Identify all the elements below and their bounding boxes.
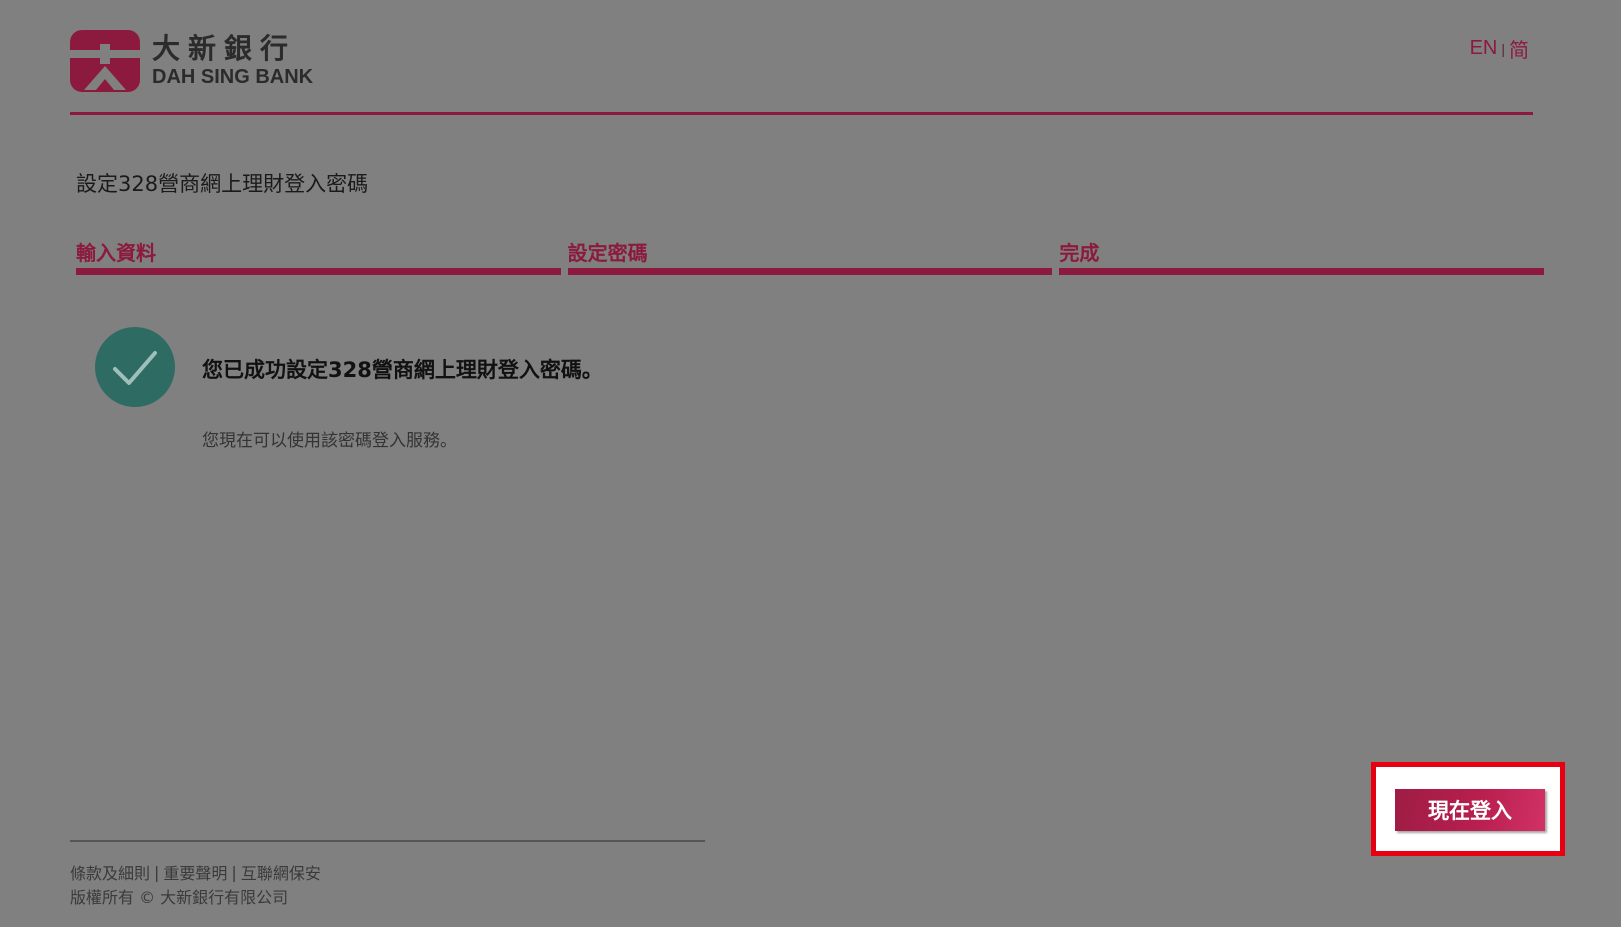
page: 大新銀行 DAH SING BANK EN | 简 設定328營商網上理財登入密… (0, 0, 1621, 927)
page-title: 設定328營商網上理財登入密碼 (76, 172, 369, 196)
internet-security-link[interactable]: 互聯網保安 (241, 860, 321, 884)
footer-separator: | (231, 862, 237, 882)
bank-logo[interactable]: 大新銀行 DAH SING BANK (70, 30, 313, 92)
terms-link[interactable]: 條款及細則 (70, 860, 150, 884)
lang-en-link[interactable]: EN (1470, 37, 1498, 60)
step-label: 設定密碼 (567, 241, 648, 265)
success-subtext: 您現在可以使用該密碼登入服務。 (202, 431, 457, 451)
dah-sing-logo-icon (70, 30, 140, 92)
language-switcher: EN | 简 (1470, 34, 1529, 63)
copyright-text: 版權所有 © 大新銀行有限公司 (70, 888, 289, 907)
lang-separator: | (1501, 40, 1505, 57)
disclaimer-link[interactable]: 重要聲明 (163, 860, 227, 884)
step-set-password: 設定密碼 (567, 240, 1053, 275)
success-message: 您已成功設定328營商網上理財登入密碼。 (202, 358, 603, 382)
step-label: 輸入資料 (76, 241, 156, 265)
login-now-button[interactable]: 現在登入 (1395, 789, 1545, 831)
logo-chinese-name: 大新銀行 (152, 32, 297, 65)
logo-text: 大新銀行 DAH SING BANK (152, 33, 313, 89)
lang-simplified-link[interactable]: 简 (1509, 34, 1529, 63)
footer-separator: | (154, 862, 160, 882)
header-divider (70, 112, 1533, 115)
progress-steps: 輸入資料 設定密碼 完成 (76, 240, 1545, 275)
logo-english-name: DAH SING BANK (152, 66, 314, 88)
success-check-icon (95, 327, 175, 407)
step-complete: 完成 (1059, 240, 1545, 275)
footer-links: 條款及細則 | 重要聲明 | 互聯網保安 (70, 860, 321, 884)
step-label: 完成 (1059, 241, 1100, 265)
step-enter-info: 輸入資料 (76, 240, 561, 275)
footer-divider (70, 840, 705, 842)
